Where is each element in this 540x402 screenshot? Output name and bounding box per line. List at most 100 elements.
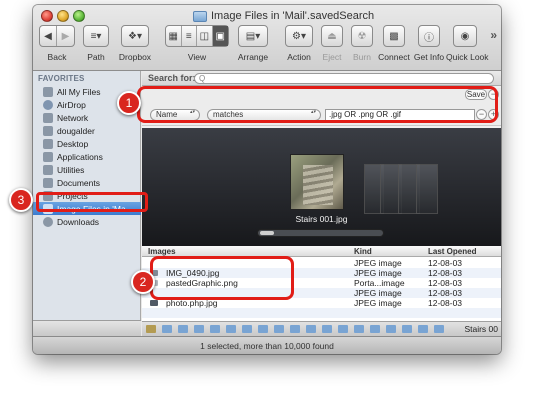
file-date: 12-08-03 <box>428 288 463 298</box>
coverflow-scrollbar[interactable] <box>257 229 384 237</box>
coverflow-selected-image[interactable] <box>290 154 344 210</box>
cover-flow-view[interactable]: Stairs 001.jpg <box>142 128 501 246</box>
get-info-button[interactable]: ⓘ <box>418 25 440 47</box>
annotation-box-results <box>150 256 294 300</box>
path-folder-icon[interactable] <box>258 325 268 333</box>
path-folder-icon[interactable] <box>338 325 348 333</box>
arrange-label: Arrange <box>237 52 269 62</box>
window-title-text: Image Files in 'Mail'.savedSearch <box>211 10 375 22</box>
path-folder-icon[interactable] <box>434 325 444 333</box>
column-header-kind[interactable]: Kind <box>354 247 372 256</box>
sidebar-item-documents[interactable]: Documents <box>33 176 141 189</box>
path-folder-icon[interactable] <box>162 325 172 333</box>
dropbox-icon: ❖▾ <box>128 30 142 42</box>
computer-icon[interactable] <box>146 325 156 333</box>
toolbar-overflow-chevron-icon[interactable]: » <box>490 28 497 42</box>
forward-arrow-icon[interactable]: ▶ <box>57 26 74 46</box>
gear-icon: ⚙▾ <box>292 30 306 42</box>
callout-badge-1: 1 <box>117 91 141 115</box>
column-header-name[interactable]: Images <box>148 247 176 256</box>
path-folder-icon[interactable] <box>226 325 236 333</box>
burn-button[interactable]: ☢ <box>351 25 373 47</box>
eye-icon: ◉ <box>460 30 470 42</box>
eject-icon: ⏏ <box>327 30 337 42</box>
path-folder-icon[interactable] <box>306 325 316 333</box>
path-icon: ≡▾ <box>90 30 102 42</box>
path-folder-icon[interactable] <box>386 325 396 333</box>
path-folder-icon[interactable] <box>242 325 252 333</box>
path-label: Path <box>87 52 105 62</box>
sidebar-item-desktop[interactable]: Desktop <box>33 137 141 150</box>
arrange-button[interactable]: ▤▾ <box>238 25 268 47</box>
file-kind: JPEG image <box>354 268 402 278</box>
sidebar-item-dougalder[interactable]: dougalder <box>33 124 141 137</box>
sidebar-item-label: Applications <box>57 151 103 162</box>
path-folder-icon[interactable] <box>290 325 300 333</box>
search-input[interactable]: Q <box>194 73 494 84</box>
image-file-icon <box>150 300 158 306</box>
sidebar-header: FAVORITES <box>38 74 85 83</box>
window-title: Image Files in 'Mail'.savedSearch <box>193 9 413 23</box>
path-folder-icon[interactable] <box>210 325 220 333</box>
close-button[interactable] <box>41 10 53 22</box>
path-bar: Stairs 00 <box>142 321 501 336</box>
documents-icon <box>43 177 53 188</box>
path-current-item[interactable]: Stairs 00 <box>464 324 498 334</box>
sidebar-item-utilities[interactable]: Utilities <box>33 163 141 176</box>
path-folder-icon[interactable] <box>274 325 284 333</box>
zoom-button[interactable] <box>73 10 85 22</box>
downloads-icon <box>43 216 53 227</box>
path-folder-icon[interactable] <box>322 325 332 333</box>
path-folder-icon[interactable] <box>402 325 412 333</box>
back-forward-control[interactable]: ◀ ▶ <box>39 25 75 47</box>
path-folder-icon[interactable] <box>370 325 380 333</box>
sidebar-item-label: All My Files <box>57 86 101 97</box>
icon-view-icon[interactable]: ▦ <box>166 26 182 46</box>
coverflow-scroll-thumb[interactable] <box>260 231 274 235</box>
file-kind: Porta...image <box>354 278 405 288</box>
action-button[interactable]: ⚙▾ <box>285 25 313 47</box>
path-folder-icon[interactable] <box>178 325 188 333</box>
home-icon <box>43 125 53 136</box>
path-button[interactable]: ≡▾ <box>83 25 109 47</box>
sidebar-item-label: Downloads <box>57 216 100 227</box>
sidebar-item-downloads[interactable]: Downloads <box>33 215 141 228</box>
all-files-icon <box>43 86 53 97</box>
connect-button[interactable]: ▩ <box>383 25 405 47</box>
search-for-label: Search for: <box>148 73 196 83</box>
search-bar: Search for: Q <box>142 71 501 86</box>
path-folder-icon[interactable] <box>418 325 428 333</box>
connect-icon: ▩ <box>389 30 399 42</box>
column-header-last-opened[interactable]: Last Opened <box>428 247 476 256</box>
view-label: View <box>187 52 207 62</box>
sidebar-item-applications[interactable]: Applications <box>33 150 141 163</box>
table-row[interactable] <box>142 308 501 318</box>
network-icon <box>43 112 53 123</box>
file-date: 12-08-03 <box>428 278 463 288</box>
eject-button[interactable]: ⏏ <box>321 25 343 47</box>
arrange-icon: ▤▾ <box>245 30 261 42</box>
desktop-icon <box>43 138 53 149</box>
burn-icon: ☢ <box>357 30 367 42</box>
back-arrow-icon[interactable]: ◀ <box>40 26 58 46</box>
airdrop-icon <box>43 99 53 110</box>
quick-look-label: Quick Look <box>446 52 489 62</box>
callout-badge-3: 3 <box>9 188 33 212</box>
file-date: 12-08-03 <box>428 258 463 268</box>
quick-look-button[interactable]: ◉ <box>453 25 477 47</box>
minimize-button[interactable] <box>57 10 69 22</box>
sidebar-item-label: Desktop <box>57 138 89 149</box>
sidebar-item-label: Network <box>57 112 89 123</box>
sidebar-item-label: Utilities <box>57 164 85 175</box>
dropbox-button[interactable]: ❖▾ <box>121 25 149 47</box>
column-view-icon[interactable]: ◫ <box>197 26 213 46</box>
dropbox-label: Dropbox <box>118 52 152 62</box>
action-label: Action <box>287 52 311 62</box>
utilities-icon <box>43 164 53 175</box>
view-segmented-control[interactable]: ▦ ≡ ◫ ▣ <box>165 25 229 47</box>
path-folder-icon[interactable] <box>194 325 204 333</box>
applications-icon <box>43 151 53 162</box>
coverflow-view-icon[interactable]: ▣ <box>212 26 229 46</box>
path-folder-icon[interactable] <box>354 325 364 333</box>
list-view-icon[interactable]: ≡ <box>182 26 198 46</box>
